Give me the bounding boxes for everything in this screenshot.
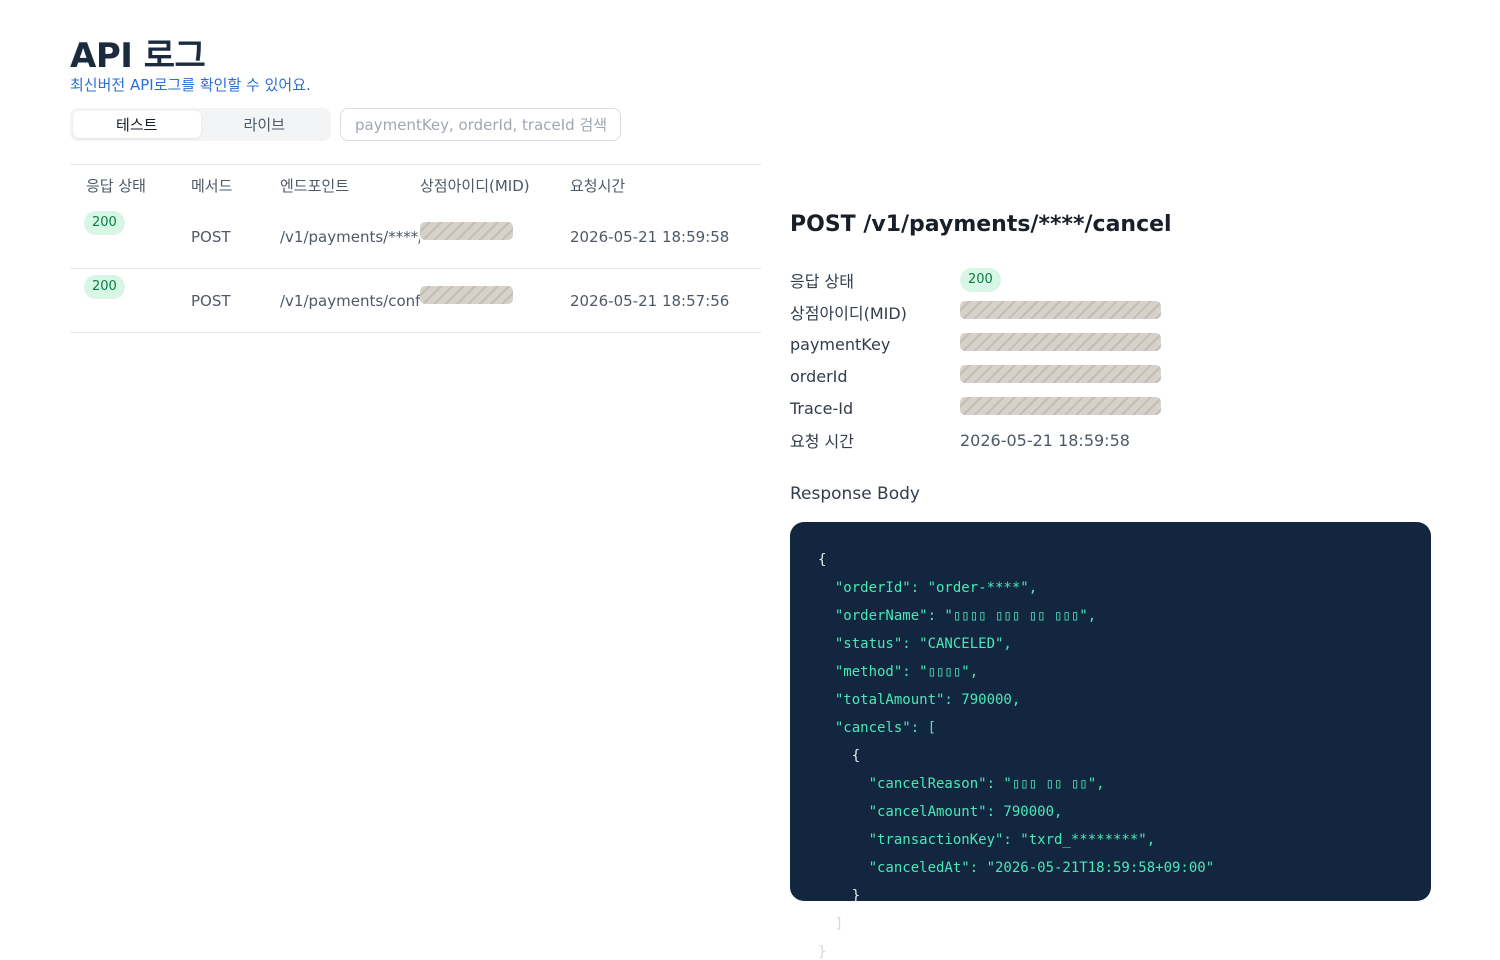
row-method: POST <box>191 227 231 246</box>
masked-mid <box>420 221 513 240</box>
detail-status-badge: 200 <box>960 268 1001 292</box>
search-input[interactable] <box>340 108 621 141</box>
detail-label-status: 응답 상태 <box>790 272 854 291</box>
masked-paymentkey-value <box>960 333 1161 351</box>
code-line: "method": "▯▯▯▯", <box>818 664 979 680</box>
code-line: "orderName": "▯▯▯▯ ▯▯▯ ▯▯ ▯▯▯", <box>818 608 1097 624</box>
detail-row-mid: 상점아이디(MID) <box>790 296 1430 328</box>
detail-label-mid: 상점아이디(MID) <box>790 304 907 323</box>
response-body-code: { "orderId": "order-****", "orderName": … <box>790 522 1431 960</box>
page-title: API 로그 <box>70 36 206 76</box>
row-time: 2026-05-21 18:57:56 <box>570 291 730 310</box>
code-line: } <box>818 888 861 904</box>
table-row[interactable]: 200 POST /v1/payments/confirm 2026-05-21… <box>70 269 761 333</box>
detail-fields: 응답 상태 200 상점아이디(MID) paymentKey orderId … <box>790 264 1430 456</box>
row-endpoint: /v1/payments/confirm <box>280 291 420 310</box>
detail-label-traceid: Trace-Id <box>790 398 854 418</box>
row-endpoint: /v1/payments/****/cancel <box>280 227 420 246</box>
table-header: 응답 상태 메서드 엔드포인트 상점아이디(MID) 요청시간 <box>70 165 761 205</box>
api-log-page: API 로그 최신버전 API로그를 확인할 수 있어요. 테스트 라이브 응답… <box>0 0 1500 960</box>
status-badge: 200 <box>84 211 125 235</box>
code-line: "totalAmount": 790000, <box>818 692 1021 708</box>
code-line: "cancels": [ <box>818 720 937 736</box>
code-line: "cancelReason": "▯▯▯ ▯▯ ▯▯", <box>818 776 1105 792</box>
page-subtitle: 최신버전 API로그를 확인할 수 있어요. <box>70 76 311 94</box>
detail-row-paymentkey: paymentKey <box>790 328 1430 360</box>
table-row[interactable]: 200 POST /v1/payments/****/cancel 2026-0… <box>70 205 761 269</box>
masked-mid-value <box>960 301 1161 319</box>
column-header-time: 요청시간 <box>570 176 626 195</box>
row-status-cell: 200 <box>70 205 191 235</box>
masked-orderid-value <box>960 365 1161 383</box>
code-line: "transactionKey": "txrd_********", <box>818 832 1156 848</box>
row-mid-cell <box>420 285 570 312</box>
column-header-method: 메서드 <box>191 176 233 195</box>
code-line: "canceledAt": "2026-05-21T18:59:58+09:00… <box>818 860 1215 876</box>
code-line: "cancelAmount": 790000, <box>818 804 1063 820</box>
row-method: POST <box>191 291 231 310</box>
response-body-label: Response Body <box>790 484 920 504</box>
column-header-endpoint: 엔드포인트 <box>280 176 350 195</box>
detail-label-time: 요청 시간 <box>790 432 854 451</box>
detail-row-status: 응답 상태 200 <box>790 264 1430 296</box>
masked-traceid-value <box>960 397 1161 415</box>
code-line: ] <box>818 916 844 932</box>
row-status-cell: 200 <box>70 269 191 299</box>
code-line: "status": "CANCELED", <box>818 636 1012 652</box>
detail-title: POST /v1/payments/****/cancel <box>790 212 1172 237</box>
tab-live[interactable]: 라이브 <box>201 111 329 138</box>
column-header-status: 응답 상태 <box>86 176 146 195</box>
row-time: 2026-05-21 18:59:58 <box>570 227 730 246</box>
code-line: { <box>818 552 827 568</box>
code-line: { <box>818 748 861 764</box>
column-header-mid: 상점아이디(MID) <box>420 176 530 195</box>
code-line: } <box>818 944 827 960</box>
detail-label-orderid: orderId <box>790 366 848 386</box>
masked-mid <box>420 285 513 304</box>
code-line: "orderId": "order-****", <box>818 580 1038 596</box>
log-table: 응답 상태 메서드 엔드포인트 상점아이디(MID) 요청시간 200 POST… <box>70 164 761 333</box>
detail-row-time: 요청 시간 2026-05-21 18:59:58 <box>790 424 1430 456</box>
row-mid-cell <box>420 221 570 248</box>
tab-test[interactable]: 테스트 <box>73 111 201 138</box>
detail-row-orderid: orderId <box>790 360 1430 392</box>
detail-label-paymentkey: paymentKey <box>790 334 891 354</box>
detail-row-traceid: Trace-Id <box>790 392 1430 424</box>
detail-time-value: 2026-05-21 18:59:58 <box>960 430 1130 450</box>
env-segmented-control: 테스트 라이브 <box>70 108 331 141</box>
status-badge: 200 <box>84 275 125 299</box>
